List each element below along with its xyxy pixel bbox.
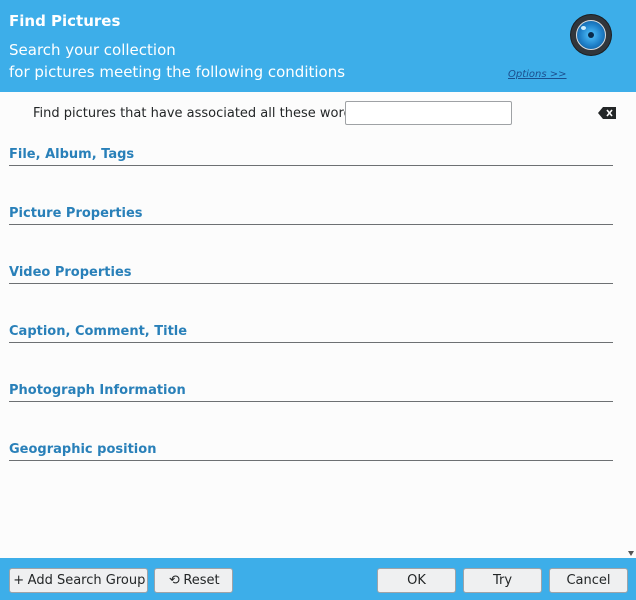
words-search-label: Find pictures that have associated all t… <box>33 106 363 121</box>
scroll-down-arrow-icon[interactable] <box>628 551 634 556</box>
section-photograph-information[interactable]: Photograph Information <box>9 381 613 402</box>
try-button[interactable]: Try <box>463 568 542 593</box>
try-label: Try <box>492 573 513 588</box>
section-heading[interactable]: Caption, Comment, Title <box>9 324 187 339</box>
dialog-subtitle-line1: Search your collection <box>9 41 176 59</box>
words-search-row: Find pictures that have associated all t… <box>0 101 626 127</box>
ok-button[interactable]: OK <box>377 568 456 593</box>
dialog-header: Find Pictures Search your collection for… <box>0 0 636 92</box>
options-link[interactable]: Options >> <box>508 69 567 80</box>
search-conditions-panel: Find pictures that have associated all t… <box>0 92 626 558</box>
dialog-subtitle-line2: for pictures meeting the following condi… <box>9 63 346 81</box>
dialog-title: Find Pictures <box>9 12 121 30</box>
section-file-album-tags[interactable]: File, Album, Tags <box>9 145 613 166</box>
find-pictures-dialog: Find Pictures Search your collection for… <box>0 0 636 600</box>
section-heading[interactable]: Geographic position <box>9 442 156 457</box>
section-picture-properties[interactable]: Picture Properties <box>9 204 613 225</box>
vertical-scrollbar[interactable] <box>626 92 636 558</box>
reset-label: Reset <box>183 573 220 588</box>
section-video-properties[interactable]: Video Properties <box>9 263 613 284</box>
section-geographic-position[interactable]: Geographic position <box>9 440 613 461</box>
section-heading[interactable]: Video Properties <box>9 265 132 280</box>
cancel-button[interactable]: Cancel <box>549 568 628 593</box>
section-heading[interactable]: Picture Properties <box>9 206 143 221</box>
words-search-input[interactable] <box>345 101 512 125</box>
dialog-button-bar: + Add Search Group ⟲ Reset OK Try Cancel <box>0 558 636 600</box>
section-heading[interactable]: Photograph Information <box>9 383 186 398</box>
add-search-group-button[interactable]: + Add Search Group <box>9 568 148 593</box>
undo-icon: ⟲ <box>168 573 180 588</box>
section-caption-comment-title[interactable]: Caption, Comment, Title <box>9 322 613 343</box>
plus-icon: + <box>13 573 25 588</box>
reset-button[interactable]: ⟲ Reset <box>154 568 233 593</box>
section-heading[interactable]: File, Album, Tags <box>9 147 134 162</box>
camera-lens-logo-icon <box>571 15 611 55</box>
ok-label: OK <box>407 573 426 588</box>
add-search-group-label: Add Search Group <box>27 573 146 588</box>
cancel-label: Cancel <box>566 573 611 588</box>
clear-text-icon[interactable] <box>598 107 616 119</box>
